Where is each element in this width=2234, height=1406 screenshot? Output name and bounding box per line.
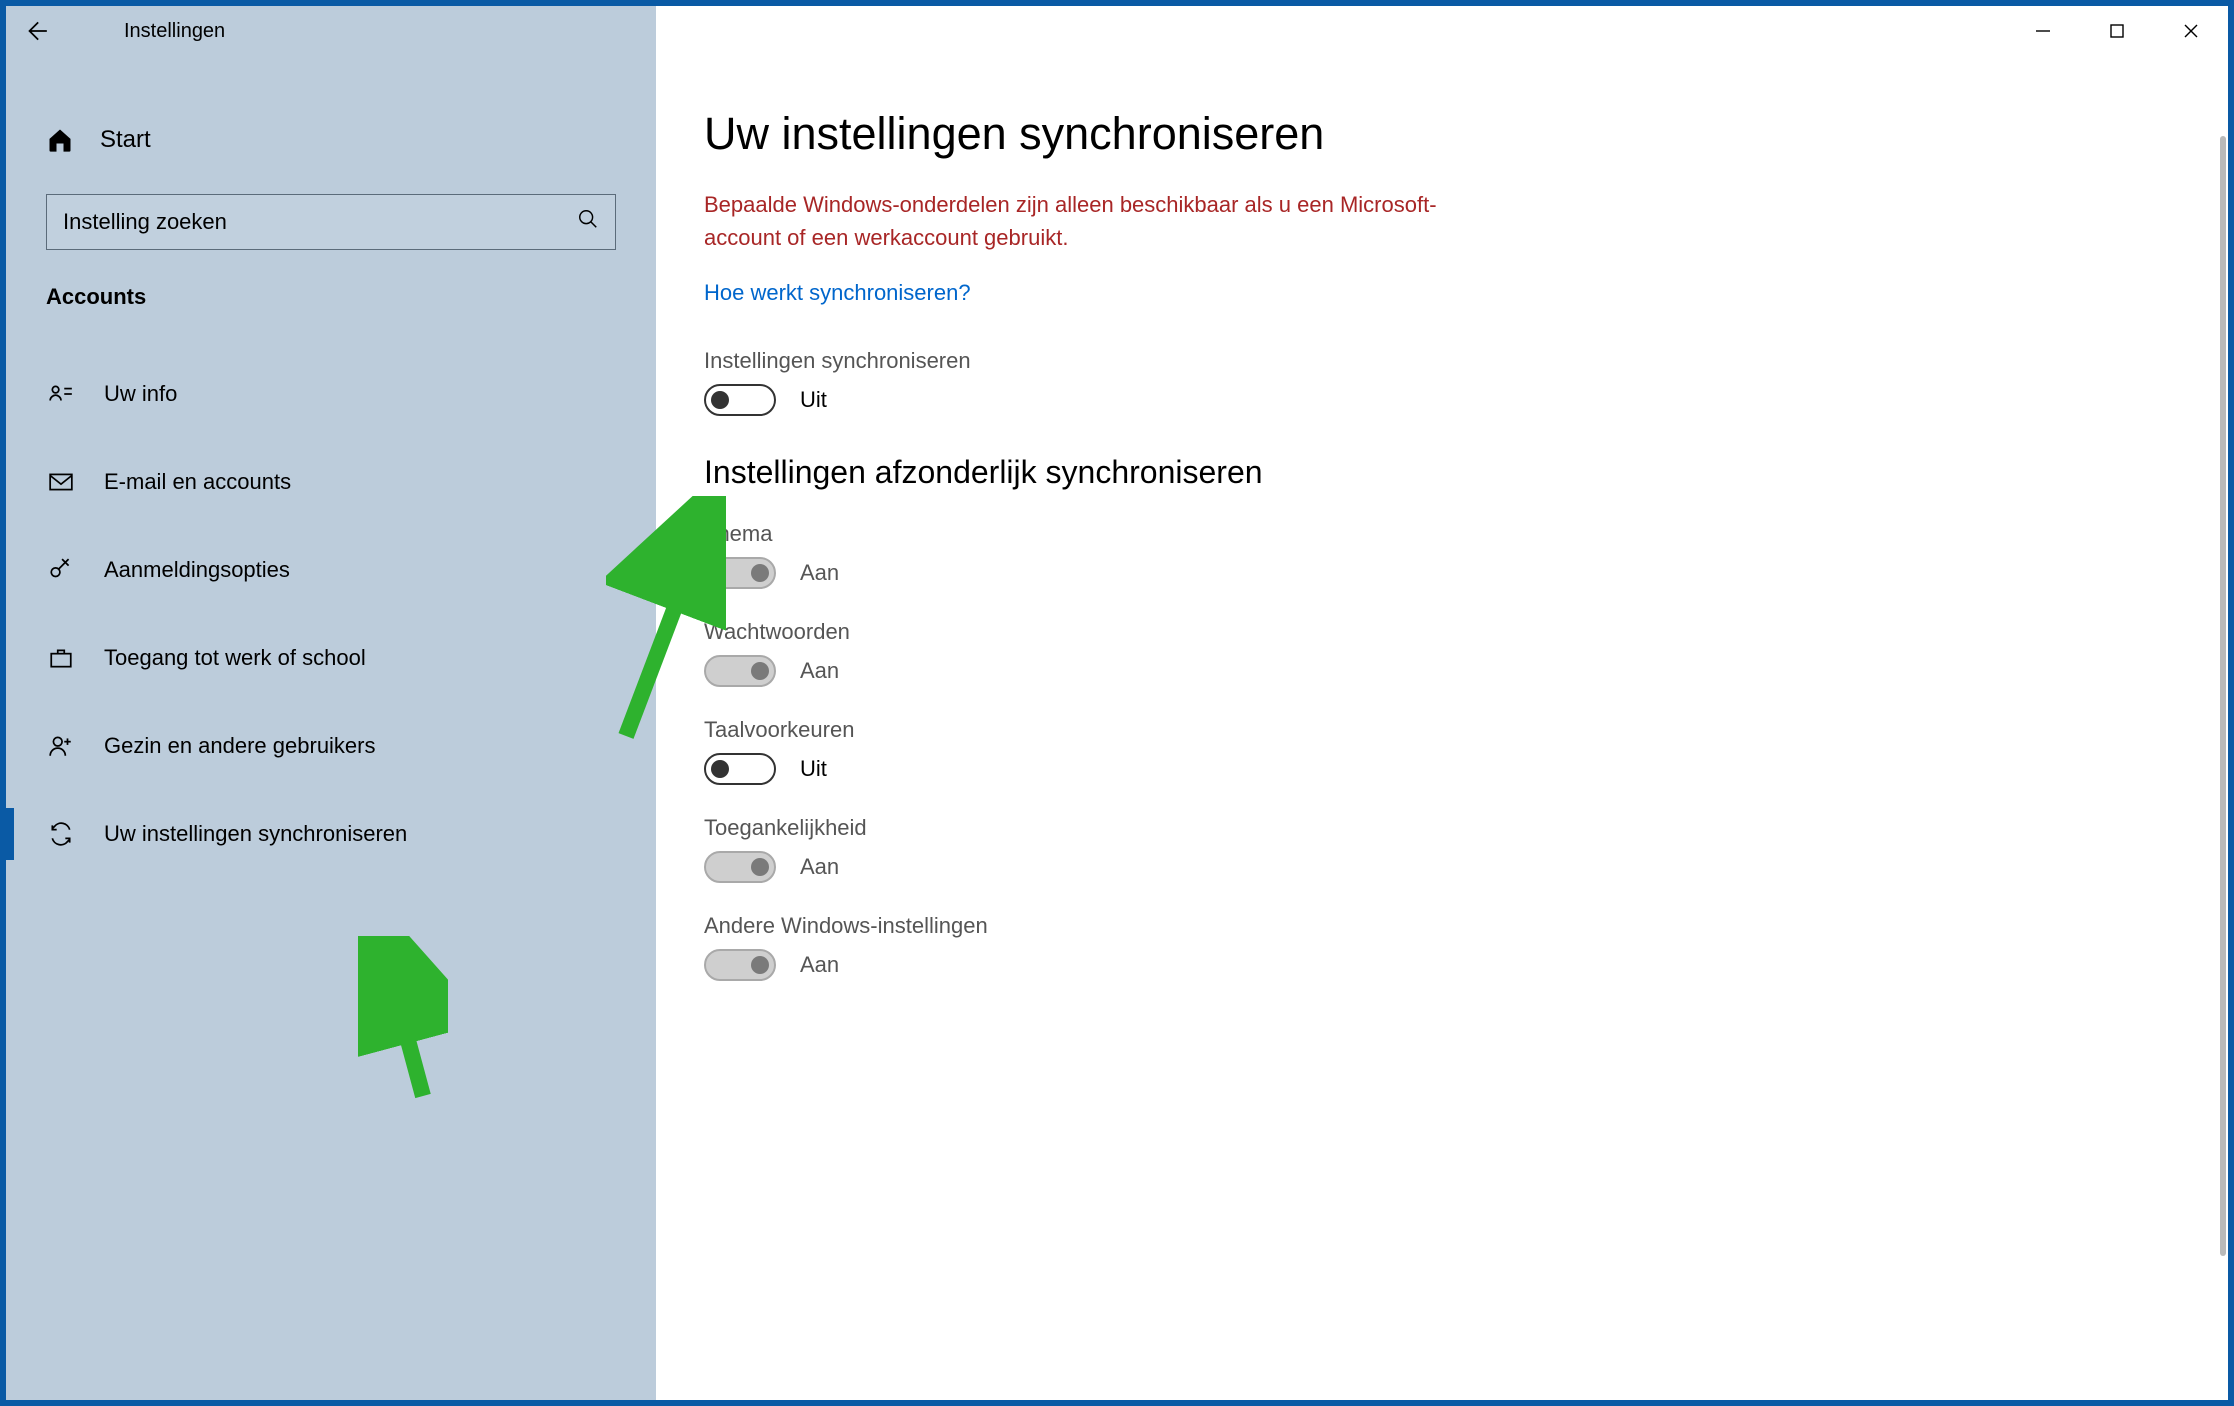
master-toggle-label: Instellingen synchroniseren xyxy=(704,348,2168,374)
key-icon xyxy=(46,557,76,583)
settings-window: Instellingen Start xyxy=(6,6,2228,1400)
titlebar: Instellingen xyxy=(6,6,2228,56)
sub-label-language: Taalvoorkeuren xyxy=(704,717,2168,743)
sub-toggle-accessibility[interactable] xyxy=(704,851,776,883)
maximize-button[interactable] xyxy=(2080,6,2154,56)
home-label: Start xyxy=(100,126,151,154)
sidebar-item-label: Toegang tot werk of school xyxy=(104,645,366,671)
sub-label-passwords: Wachtwoorden xyxy=(704,619,2168,645)
sidebar-item-label: Aanmeldingsopties xyxy=(104,557,290,583)
sidebar-item-label: E-mail en accounts xyxy=(104,469,291,495)
sidebar-item-label: Uw info xyxy=(104,381,177,407)
help-link[interactable]: Hoe werkt synchroniseren? xyxy=(704,280,971,306)
main-content: Uw instellingen synchroniseren Bepaalde … xyxy=(656,56,2228,1400)
sub-row-passwords: Aan xyxy=(704,655,2168,687)
app-title: Instellingen xyxy=(124,20,225,43)
sub-toggle-other[interactable] xyxy=(704,949,776,981)
sidebar-item-email-accounts[interactable]: E-mail en accounts xyxy=(6,438,656,526)
sub-label-other: Andere Windows-instellingen xyxy=(704,913,2168,939)
sub-toggle-language[interactable] xyxy=(704,753,776,785)
master-toggle[interactable] xyxy=(704,384,776,416)
sidebar-item-your-info[interactable]: Uw info xyxy=(6,350,656,438)
home-button[interactable]: Start xyxy=(6,104,656,176)
sidebar-item-work-school[interactable]: Toegang tot werk of school xyxy=(6,614,656,702)
sub-state-language: Uit xyxy=(800,756,827,782)
mail-icon xyxy=(46,469,76,495)
sidebar-item-family[interactable]: Gezin en andere gebruikers xyxy=(6,702,656,790)
sub-toggle-theme[interactable] xyxy=(704,557,776,589)
people-add-icon xyxy=(46,733,76,759)
home-icon xyxy=(46,126,74,154)
sidebar: Start Accounts Uw info xyxy=(6,56,656,1400)
minimize-button[interactable] xyxy=(2006,6,2080,56)
window-controls xyxy=(2006,6,2228,56)
category-label: Accounts xyxy=(6,274,656,330)
sidebar-item-signin-options[interactable]: Aanmeldingsopties xyxy=(6,526,656,614)
body: Start Accounts Uw info xyxy=(6,56,2228,1400)
sub-row-other: Aan xyxy=(704,949,2168,981)
sub-label-accessibility: Toegankelijkheid xyxy=(704,815,2168,841)
master-toggle-state: Uit xyxy=(800,387,827,413)
sidebar-item-sync-settings[interactable]: Uw instellingen synchroniseren xyxy=(6,790,656,878)
sub-row-accessibility: Aan xyxy=(704,851,2168,883)
sub-toggle-passwords[interactable] xyxy=(704,655,776,687)
sub-state-theme: Aan xyxy=(800,560,839,586)
scrollbar[interactable] xyxy=(2220,136,2226,1256)
close-button[interactable] xyxy=(2154,6,2228,56)
search-wrap xyxy=(46,194,616,250)
briefcase-icon xyxy=(46,645,76,671)
master-toggle-row: Uit xyxy=(704,384,2168,416)
back-button[interactable] xyxy=(6,6,66,56)
search-box[interactable] xyxy=(46,194,616,250)
sub-toggle-group: Thema Aan Wachtwoorden Aan Taalvoorkeure… xyxy=(704,521,2168,981)
sub-state-accessibility: Aan xyxy=(800,854,839,880)
sub-label-theme: Thema xyxy=(704,521,2168,547)
person-card-icon xyxy=(46,381,76,407)
sub-heading: Instellingen afzonderlijk synchroniseren xyxy=(704,454,2168,491)
nav: Uw info E-mail en accounts Aanmeldingsop… xyxy=(6,350,656,878)
page-heading: Uw instellingen synchroniseren xyxy=(704,108,2168,160)
search-input[interactable] xyxy=(63,209,577,235)
sub-state-passwords: Aan xyxy=(800,658,839,684)
sub-row-theme: Aan xyxy=(704,557,2168,589)
sync-icon xyxy=(46,821,76,847)
sub-row-language: Uit xyxy=(704,753,2168,785)
search-icon xyxy=(577,208,599,236)
sidebar-item-label: Uw instellingen synchroniseren xyxy=(104,821,407,847)
sub-state-other: Aan xyxy=(800,952,839,978)
warning-text: Bepaalde Windows-onderdelen zijn alleen … xyxy=(704,188,1494,254)
sidebar-item-label: Gezin en andere gebruikers xyxy=(104,733,376,759)
